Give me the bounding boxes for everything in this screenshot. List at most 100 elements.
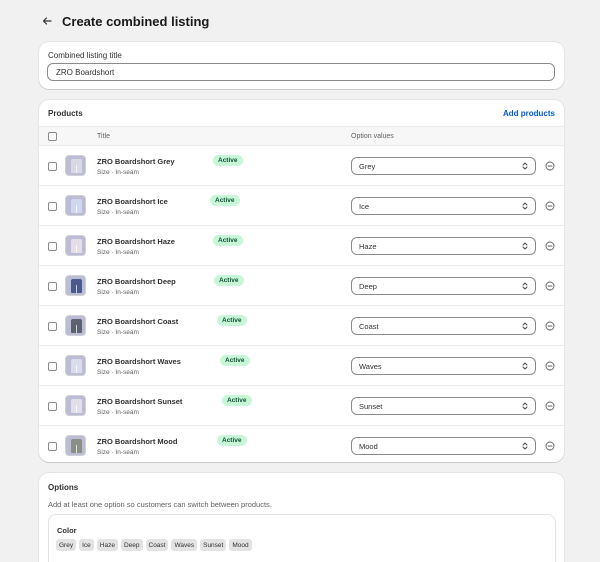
remove-circle-icon[interactable] (545, 401, 555, 411)
back-button[interactable] (40, 14, 54, 28)
page-header: Create combined listing (40, 12, 209, 30)
products-table-header: Title Option values (39, 126, 564, 146)
product-name[interactable]: ZRO Boardshort Ice (97, 197, 168, 206)
remove-circle-icon[interactable] (545, 321, 555, 331)
option-value-select[interactable]: Coast (351, 317, 536, 335)
option-value-text: Waves (359, 361, 382, 371)
row-checkbox[interactable] (48, 242, 57, 251)
product-thumbnail (65, 155, 86, 176)
option-value-select[interactable]: Ice (351, 197, 536, 215)
option-name: Color (57, 526, 77, 535)
product-subtitle: Size · In-seam (97, 369, 139, 376)
combined-listing-title-input[interactable]: ZRO Boardshort (47, 63, 555, 81)
boardshort-image (71, 399, 82, 413)
product-name[interactable]: ZRO Boardshort Haze (97, 237, 175, 246)
status-badge: Active (217, 315, 247, 326)
chevron-up-down-icon (522, 282, 528, 290)
option-value-chip: Grey (56, 539, 77, 551)
chevron-up-down-icon (522, 442, 528, 450)
status-badge: Active (213, 155, 243, 166)
option-value-text: Ice (359, 201, 370, 211)
product-thumbnail (65, 395, 86, 416)
option-value-chip: Ice (79, 539, 94, 551)
boardshort-image (71, 319, 82, 333)
option-value-select[interactable]: Mood (351, 437, 536, 455)
chevron-up-down-icon (522, 362, 528, 370)
option-value-select[interactable]: Waves (351, 357, 536, 375)
product-thumbnail (65, 275, 86, 296)
option-value-chip: Mood (229, 539, 252, 551)
remove-circle-icon[interactable] (545, 201, 555, 211)
option-value-text: Coast (359, 321, 379, 331)
row-checkbox[interactable] (48, 362, 57, 371)
option-value-select[interactable]: Grey (351, 157, 536, 175)
table-row[interactable]: ZRO Boardshort Waves Active Size · In-seam… (39, 346, 564, 386)
chevron-up-down-icon (522, 242, 528, 250)
table-row[interactable]: ZRO Boardshort Deep Active Size · In-seam D… (39, 266, 564, 306)
product-thumbnail (65, 315, 86, 336)
product-name[interactable]: ZRO Boardshort Waves (97, 357, 181, 366)
option-value-text: Haze (359, 241, 377, 251)
option-value-chip: Waves (171, 539, 198, 551)
table-row[interactable]: ZRO Boardshort Mood Active Size · In-seam M… (39, 426, 564, 462)
remove-circle-icon[interactable] (545, 441, 555, 451)
table-row[interactable]: ZRO Boardshort Coast Active Size · In-seam… (39, 306, 564, 346)
option-value-chip: Deep (120, 539, 143, 551)
option-value-text: Deep (359, 281, 377, 291)
table-row[interactable]: ZRO Boardshort Haze Active Size · In-seam H… (39, 226, 564, 266)
table-row[interactable]: ZRO Boardshort Sunset Active Size · In-sea… (39, 386, 564, 426)
option-color-box[interactable]: Color Grey Ice Haze Deep Coast Waves Sunset Moo… (48, 514, 556, 562)
remove-circle-icon[interactable] (545, 361, 555, 371)
product-name[interactable]: ZRO Boardshort Mood (97, 437, 177, 446)
product-thumbnail (65, 195, 86, 216)
option-value-text: Mood (359, 441, 378, 451)
status-badge: Active (210, 195, 240, 206)
product-name[interactable]: ZRO Boardshort Deep (97, 277, 176, 286)
remove-circle-icon[interactable] (545, 241, 555, 251)
status-badge: Active (214, 275, 244, 286)
chevron-up-down-icon (522, 322, 528, 330)
product-subtitle: Size · In-seam (97, 249, 139, 256)
combined-listing-title-label: Combined listing title (48, 51, 122, 60)
boardshort-image (71, 239, 82, 253)
add-products-link[interactable]: Add products (503, 109, 555, 118)
boardshort-image (71, 439, 82, 453)
chevron-up-down-icon (522, 162, 528, 170)
table-row[interactable]: ZRO Boardshort Ice Active Size · In-seam Ic… (39, 186, 564, 226)
row-checkbox[interactable] (48, 402, 57, 411)
product-name[interactable]: ZRO Boardshort Grey (97, 157, 175, 166)
boardshort-image (71, 359, 82, 373)
option-value-select[interactable]: Haze (351, 237, 536, 255)
table-row[interactable]: ZRO Boardshort Grey Active Size · In-seam G… (39, 146, 564, 186)
title-card: Combined listing title ZRO Boardshort (39, 42, 564, 89)
option-value-select[interactable]: Deep (351, 277, 536, 295)
row-checkbox[interactable] (48, 322, 57, 331)
product-subtitle: Size · In-seam (97, 449, 139, 456)
row-checkbox[interactable] (48, 162, 57, 171)
select-all-checkbox[interactable] (48, 132, 57, 141)
remove-circle-icon[interactable] (545, 161, 555, 171)
remove-circle-icon[interactable] (545, 281, 555, 291)
product-thumbnail (65, 235, 86, 256)
chevron-up-down-icon (522, 402, 528, 410)
product-name[interactable]: ZRO Boardshort Coast (97, 317, 178, 326)
product-subtitle: Size · In-seam (97, 289, 139, 296)
row-checkbox[interactable] (48, 282, 57, 291)
row-checkbox[interactable] (48, 442, 57, 451)
boardshort-image (71, 159, 82, 173)
options-card: Options Add at least one option so custo… (39, 473, 564, 562)
option-value-select[interactable]: Sunset (351, 397, 536, 415)
product-subtitle: Size · In-seam (97, 169, 139, 176)
product-thumbnail (65, 355, 86, 376)
status-badge: Active (220, 355, 250, 366)
row-checkbox[interactable] (48, 202, 57, 211)
option-value-chip: Coast (145, 539, 169, 551)
product-name[interactable]: ZRO Boardshort Sunset (97, 397, 182, 406)
products-card-header: Products Add products (39, 100, 564, 126)
options-help-text: Add at least one option so customers can… (48, 500, 272, 509)
boardshort-image (71, 279, 82, 293)
column-option-values: Option values (351, 133, 394, 140)
status-badge: Active (217, 435, 247, 446)
status-badge: Active (222, 395, 252, 406)
status-badge: Active (213, 235, 243, 246)
